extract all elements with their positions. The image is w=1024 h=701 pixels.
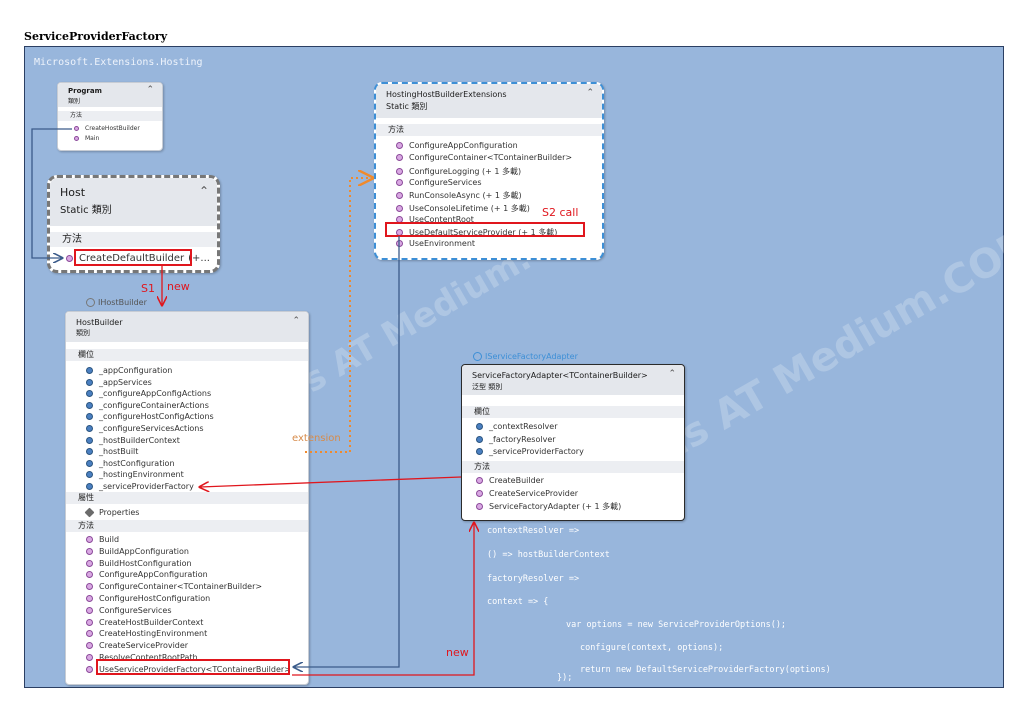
connector-lines <box>31 128 1024 676</box>
extension-arrow <box>305 178 372 453</box>
adapter-to-field-arrow <box>200 476 462 487</box>
program-to-host-line <box>31 128 72 258</box>
new-adapter-arrow <box>292 523 474 676</box>
